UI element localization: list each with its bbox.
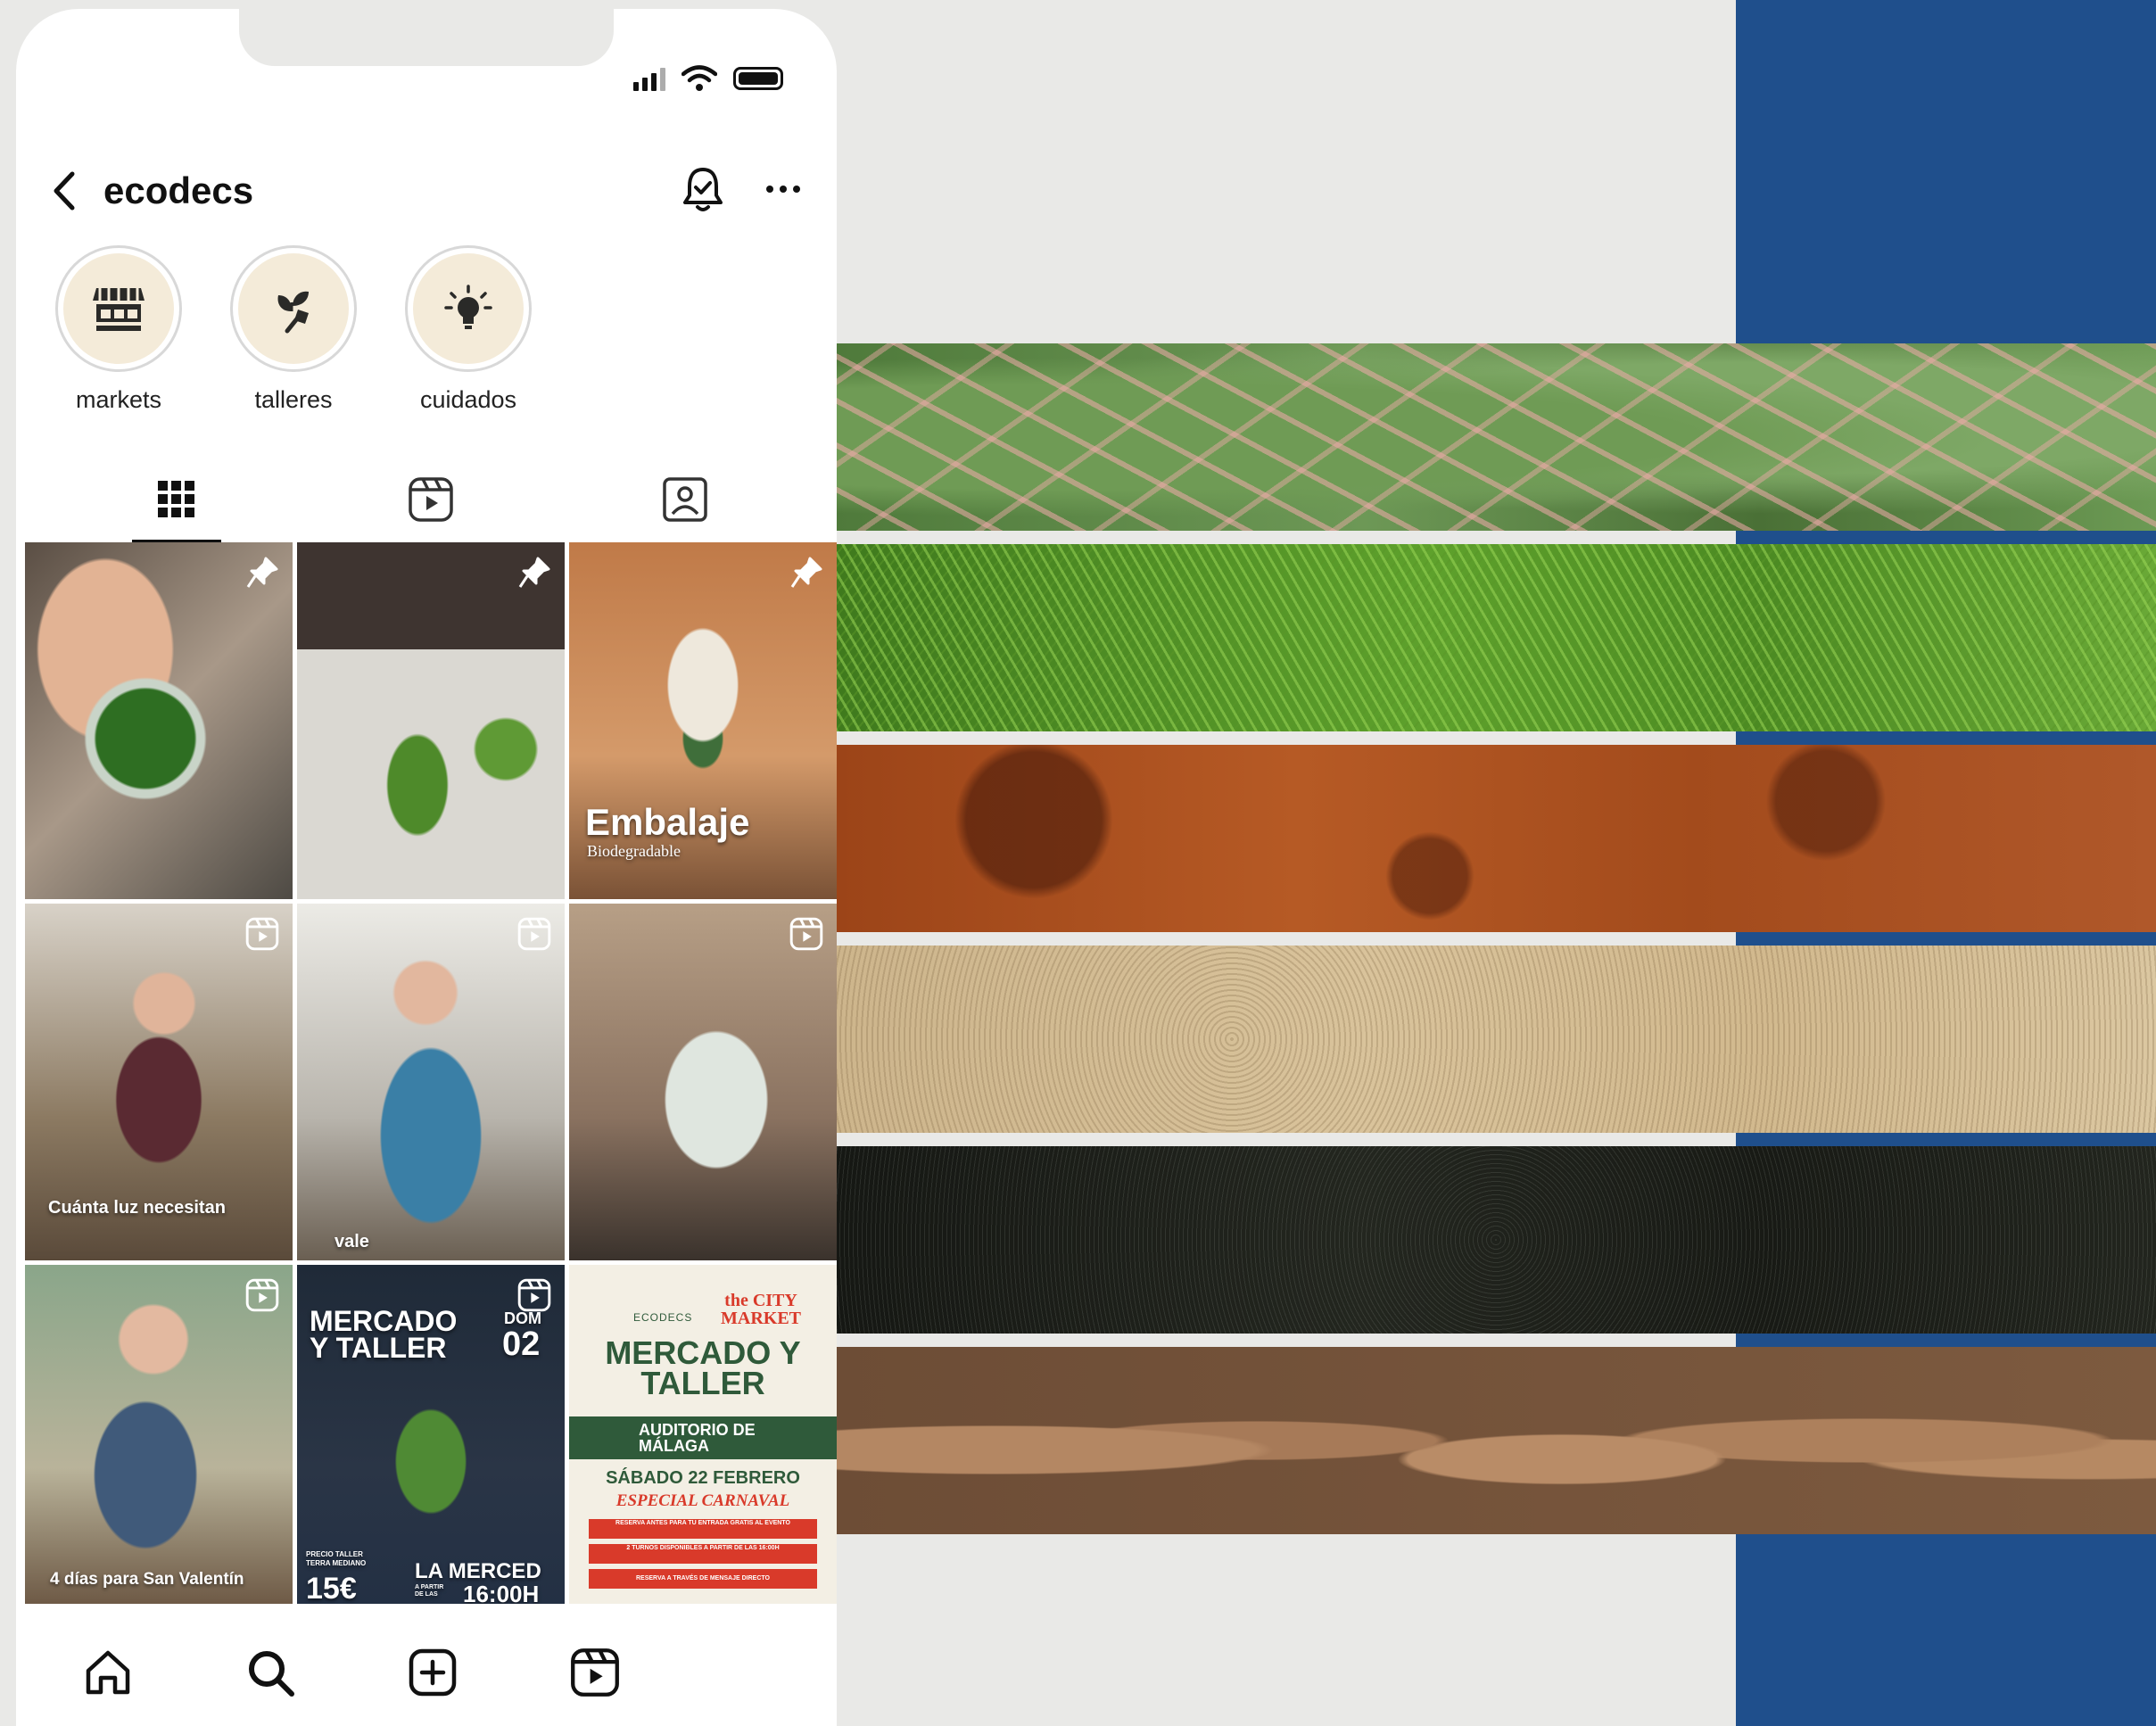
layer-moss (836, 544, 2156, 731)
chevron-left-icon (54, 171, 75, 211)
market-brand: the CITY MARKET (721, 1291, 801, 1328)
highlight-talleres[interactable]: talleres (227, 245, 360, 414)
tab-posts-grid[interactable] (114, 468, 239, 543)
tab-tagged[interactable] (623, 468, 748, 531)
grid-post[interactable] (569, 904, 837, 1260)
nav-search-button[interactable] (239, 1641, 302, 1704)
highlight-ring (405, 245, 532, 372)
highlight-label: markets (75, 386, 162, 413)
phone-screen: ecodecs markets talleres cuidados Embala… (16, 9, 837, 1726)
battery-icon (733, 67, 783, 90)
highlight-ring (230, 245, 357, 372)
pin-icon (516, 555, 552, 590)
plant-shovel-icon (277, 291, 309, 334)
profile-header: ecodecs (16, 152, 837, 232)
post-caption: Cuánta luz necesitan (48, 1198, 226, 1218)
layer-sand (836, 946, 2156, 1133)
back-button[interactable] (43, 169, 86, 212)
highlight-ring (55, 245, 182, 372)
ellipsis-icon (766, 186, 800, 193)
grid-post[interactable]: vale (297, 904, 565, 1260)
nav-reels-button[interactable] (564, 1641, 626, 1704)
post-caption: MERCADO Y TALLER (310, 1305, 458, 1364)
event-venue-band: AUDITORIO DE MÁLAGA (569, 1416, 837, 1459)
event-note: 2 TURNOS DISPONIBLES A PARTIR DE LAS 16:… (589, 1544, 817, 1564)
lightbulb-icon (444, 285, 492, 329)
reel-icon (244, 1277, 280, 1313)
grid-post[interactable] (297, 542, 565, 899)
notifications-button[interactable] (676, 162, 730, 216)
grid-icon (158, 481, 194, 517)
event-time-label: A PARTIR DE LAS (415, 1584, 444, 1598)
event-brand: ECODECS (633, 1311, 693, 1324)
grid-post[interactable]: MERCADO Y TALLER DOM 02 PRECIO TALLER TE… (297, 1265, 565, 1604)
event-note: RESERVA A TRAVÉS DE MENSAJE DIRECTO (589, 1569, 817, 1589)
post-caption: 4 días para San Valentín (50, 1570, 244, 1589)
highlight-label: cuidados (419, 386, 517, 413)
bottom-navigation (16, 1623, 837, 1722)
nav-create-button[interactable] (401, 1641, 464, 1704)
grid-post[interactable]: 4 días para San Valentín (25, 1265, 293, 1604)
reel-icon (244, 916, 280, 952)
highlight-markets[interactable]: markets (52, 245, 186, 414)
post-caption: vale (335, 1232, 369, 1251)
status-bar (633, 64, 783, 93)
reel-icon (516, 1277, 552, 1313)
reel-icon (789, 916, 824, 952)
post-caption: Embalaje (585, 801, 750, 843)
profile-tabs (16, 459, 837, 549)
price-label: PRECIO TALLER TERRA MEDIANO (306, 1550, 367, 1567)
layer-soil (836, 745, 2156, 932)
reels-icon (571, 1648, 619, 1697)
event-time: 16:00H (463, 1581, 540, 1604)
reel-icon (516, 916, 552, 952)
profile-username: ecodecs (103, 169, 254, 211)
posts-grid: Embalaje Biodegradable Cuánta luz necesi… (25, 542, 837, 1604)
event-note: RESERVA ANTES PARA TU ENTRADA GRATIS AL … (589, 1519, 817, 1539)
pin-icon (789, 555, 824, 590)
post-subcaption: Biodegradable (587, 842, 681, 860)
phone-notch (239, 9, 614, 66)
pin-icon (244, 555, 280, 590)
wifi-icon (681, 65, 717, 91)
layer-activated-carbon (836, 1146, 2156, 1334)
highlight-label: talleres (254, 386, 333, 413)
event-special: ESPECIAL CARNAVAL (615, 1491, 790, 1510)
grid-post[interactable]: Cuánta luz necesitan (25, 904, 293, 1260)
grid-post[interactable] (25, 542, 293, 899)
nav-home-button[interactable] (77, 1641, 139, 1704)
layer-volcanic-stones (836, 1347, 2156, 1534)
highlight-cuidados[interactable]: cuidados (401, 245, 535, 414)
event-title: MERCADO Y TALLER (605, 1334, 801, 1401)
price-value: 15€ (306, 1572, 357, 1604)
grid-post[interactable]: ECODECS the CITY MARKET MERCADO Y TALLER… (569, 1265, 837, 1604)
search-icon (249, 1651, 294, 1697)
market-stall-icon (93, 288, 145, 331)
story-highlights: markets talleres cuidados (52, 245, 535, 414)
event-date: SÁBADO 22 FEBRERO (606, 1468, 800, 1488)
grid-post[interactable]: Embalaje Biodegradable (569, 542, 837, 899)
more-options-button[interactable] (756, 162, 810, 216)
bell-check-icon (683, 168, 723, 211)
event-venue: AUDITORIO DE MÁLAGA (639, 1421, 756, 1455)
event-day-number: 02 (502, 1325, 541, 1363)
home-icon (86, 1650, 130, 1695)
tagged-person-icon (663, 477, 707, 522)
tab-reels[interactable] (368, 468, 493, 531)
cellular-signal-icon (633, 66, 665, 91)
substrate-layers (836, 343, 2156, 1543)
reels-icon (409, 477, 453, 522)
add-square-icon (409, 1648, 457, 1697)
layer-fittonia-leaves (836, 343, 2156, 531)
